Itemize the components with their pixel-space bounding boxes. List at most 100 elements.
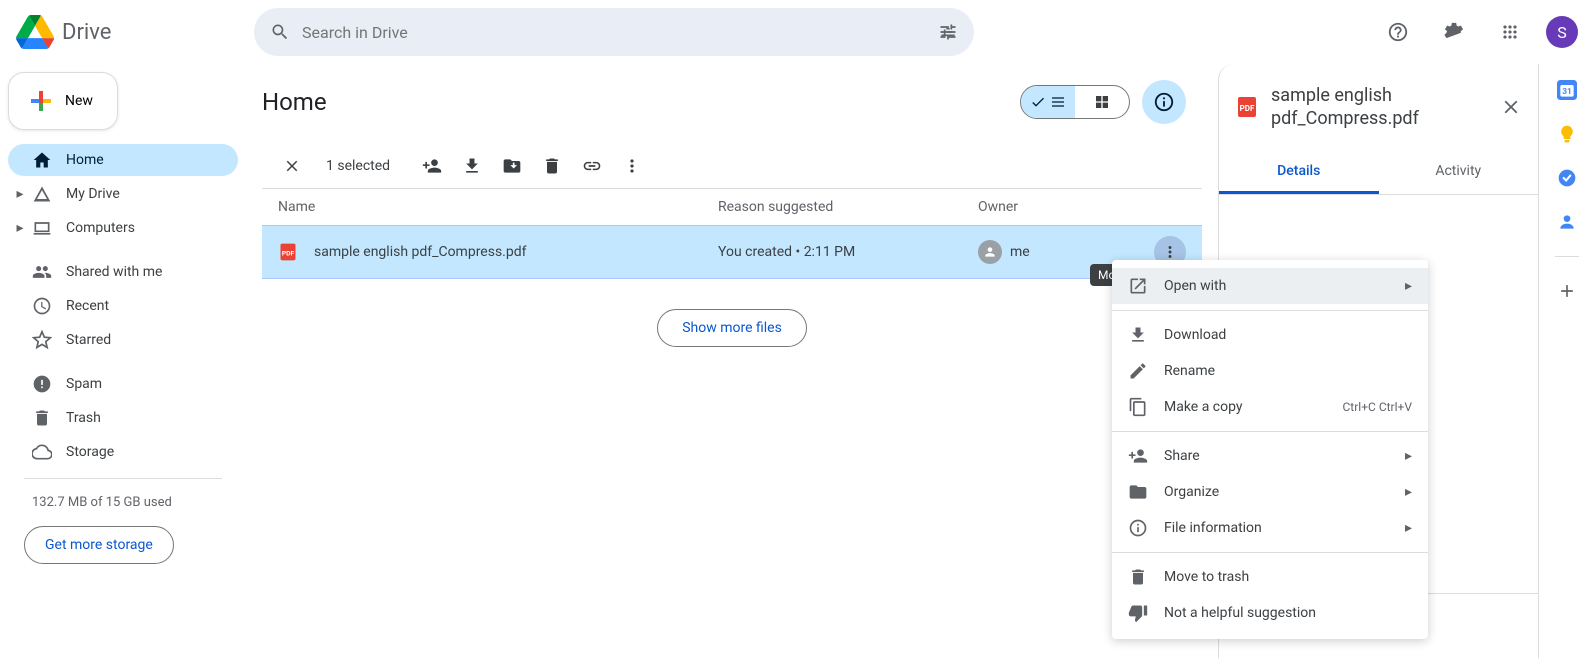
ctx-file-info[interactable]: File information ▸ bbox=[1112, 510, 1428, 546]
star-icon bbox=[32, 330, 52, 350]
svg-text:PDF: PDF bbox=[282, 249, 295, 257]
tasks-app-icon[interactable] bbox=[1557, 168, 1577, 188]
ctx-open-with[interactable]: Open with ▸ bbox=[1112, 268, 1428, 304]
sidebar-item-label: Computers bbox=[66, 220, 135, 236]
side-rail: 31 bbox=[1538, 64, 1594, 658]
clear-selection-button[interactable] bbox=[278, 152, 306, 180]
show-more-button[interactable]: Show more files bbox=[657, 309, 807, 347]
info-panel-toggle[interactable] bbox=[1142, 80, 1186, 124]
sidebar-item-shared[interactable]: Shared with me bbox=[8, 256, 238, 288]
column-header-owner[interactable]: Owner bbox=[978, 199, 1186, 215]
move-icon[interactable] bbox=[502, 156, 522, 176]
link-icon[interactable] bbox=[582, 156, 602, 176]
sidebar-item-label: Starred bbox=[66, 332, 111, 348]
expand-chevron-icon[interactable]: ▸ bbox=[12, 186, 28, 202]
details-filename: sample english pdf_Compress.pdf bbox=[1271, 84, 1488, 131]
file-reason: You created • 2:11 PM bbox=[718, 244, 978, 260]
sidebar-item-label: Trash bbox=[66, 410, 101, 426]
get-storage-button[interactable]: Get more storage bbox=[24, 526, 174, 564]
sidebar-item-recent[interactable]: Recent bbox=[8, 290, 238, 322]
sidebar-item-label: My Drive bbox=[66, 186, 120, 202]
sidebar-item-spam[interactable]: Spam bbox=[8, 368, 238, 400]
sidebar-item-label: Home bbox=[66, 152, 104, 168]
contacts-app-icon[interactable] bbox=[1557, 212, 1577, 232]
search-input[interactable] bbox=[302, 23, 926, 42]
sidebar-item-label: Storage bbox=[66, 444, 114, 460]
spam-icon bbox=[32, 374, 52, 394]
ctx-organize[interactable]: Organize ▸ bbox=[1112, 474, 1428, 510]
sidebar-item-label: Spam bbox=[66, 376, 102, 392]
sidebar-item-starred[interactable]: Starred bbox=[8, 324, 238, 356]
thumb-down-icon bbox=[1128, 603, 1148, 623]
check-icon bbox=[1030, 94, 1046, 110]
support-button[interactable] bbox=[1378, 12, 1418, 52]
expand-chevron-icon[interactable]: ▸ bbox=[12, 220, 28, 236]
tab-activity[interactable]: Activity bbox=[1379, 151, 1539, 194]
column-header-name[interactable]: Name bbox=[278, 199, 718, 215]
plus-icon bbox=[29, 89, 53, 113]
sidebar-item-my-drive[interactable]: ▸ My Drive bbox=[8, 178, 238, 210]
new-button[interactable]: New bbox=[8, 72, 118, 130]
ctx-not-helpful[interactable]: Not a helpful suggestion bbox=[1112, 595, 1428, 631]
help-icon bbox=[1387, 21, 1409, 43]
account-avatar[interactable]: S bbox=[1546, 16, 1578, 48]
ctx-rename[interactable]: Rename bbox=[1112, 353, 1428, 389]
file-name: sample english pdf_Compress.pdf bbox=[314, 244, 718, 260]
share-person-icon[interactable] bbox=[422, 156, 442, 176]
open-with-icon bbox=[1128, 276, 1148, 296]
cloud-icon bbox=[32, 442, 52, 462]
more-vert-icon[interactable] bbox=[622, 156, 642, 176]
app-name: Drive bbox=[62, 20, 111, 45]
file-row[interactable]: PDF sample english pdf_Compress.pdf You … bbox=[262, 225, 1202, 279]
sidebar-item-label: Shared with me bbox=[66, 264, 162, 280]
close-icon bbox=[283, 157, 301, 175]
info-icon bbox=[1153, 91, 1175, 113]
svg-text:31: 31 bbox=[1562, 87, 1572, 97]
file-owner-text: me bbox=[1010, 244, 1030, 260]
sidebar-item-label: Recent bbox=[66, 298, 109, 314]
computers-icon bbox=[32, 218, 52, 238]
chevron-right-icon: ▸ bbox=[1405, 448, 1412, 464]
trash-icon bbox=[32, 408, 52, 428]
sidebar-item-home[interactable]: Home bbox=[8, 144, 238, 176]
close-details-button[interactable] bbox=[1500, 96, 1522, 118]
share-person-icon bbox=[1128, 446, 1148, 466]
copy-icon bbox=[1128, 397, 1148, 417]
list-view-button[interactable] bbox=[1021, 86, 1075, 118]
settings-button[interactable] bbox=[1434, 12, 1474, 52]
selection-count-text: 1 selected bbox=[326, 158, 390, 174]
clock-icon bbox=[32, 296, 52, 316]
view-toggle bbox=[1020, 85, 1130, 119]
storage-usage-text: 132.7 MB of 15 GB used bbox=[8, 489, 238, 516]
sidebar-item-storage[interactable]: Storage bbox=[8, 436, 238, 468]
tab-details[interactable]: Details bbox=[1219, 151, 1379, 194]
more-vert-icon bbox=[1161, 243, 1179, 261]
search-options-icon[interactable] bbox=[938, 22, 958, 42]
grid-view-button[interactable] bbox=[1075, 86, 1129, 118]
ctx-make-copy[interactable]: Make a copy Ctrl+C Ctrl+V bbox=[1112, 389, 1428, 425]
keep-app-icon[interactable] bbox=[1557, 124, 1577, 144]
ctx-download[interactable]: Download bbox=[1112, 317, 1428, 353]
apps-grid-icon bbox=[1500, 22, 1520, 42]
gear-icon bbox=[1443, 21, 1465, 43]
apps-button[interactable] bbox=[1490, 12, 1530, 52]
svg-text:PDF: PDF bbox=[1240, 104, 1255, 113]
new-button-label: New bbox=[65, 93, 93, 109]
sidebar-item-computers[interactable]: ▸ Computers bbox=[8, 212, 238, 244]
folder-icon bbox=[1128, 482, 1148, 502]
context-menu: Open with ▸ Download Rename Make a copy … bbox=[1112, 260, 1428, 639]
calendar-app-icon[interactable]: 31 bbox=[1557, 80, 1577, 100]
add-app-icon[interactable] bbox=[1557, 281, 1577, 301]
pdf-file-icon: PDF bbox=[1235, 95, 1259, 119]
ctx-share[interactable]: Share ▸ bbox=[1112, 438, 1428, 474]
delete-icon[interactable] bbox=[542, 156, 562, 176]
search-bar[interactable] bbox=[254, 8, 974, 56]
ctx-move-trash[interactable]: Move to trash bbox=[1112, 559, 1428, 595]
search-icon bbox=[270, 22, 290, 42]
sidebar-item-trash[interactable]: Trash bbox=[8, 402, 238, 434]
column-header-reason[interactable]: Reason suggested bbox=[718, 199, 978, 215]
people-icon bbox=[32, 262, 52, 282]
download-icon[interactable] bbox=[462, 156, 482, 176]
list-icon bbox=[1050, 94, 1066, 110]
pdf-file-icon: PDF bbox=[278, 242, 298, 262]
